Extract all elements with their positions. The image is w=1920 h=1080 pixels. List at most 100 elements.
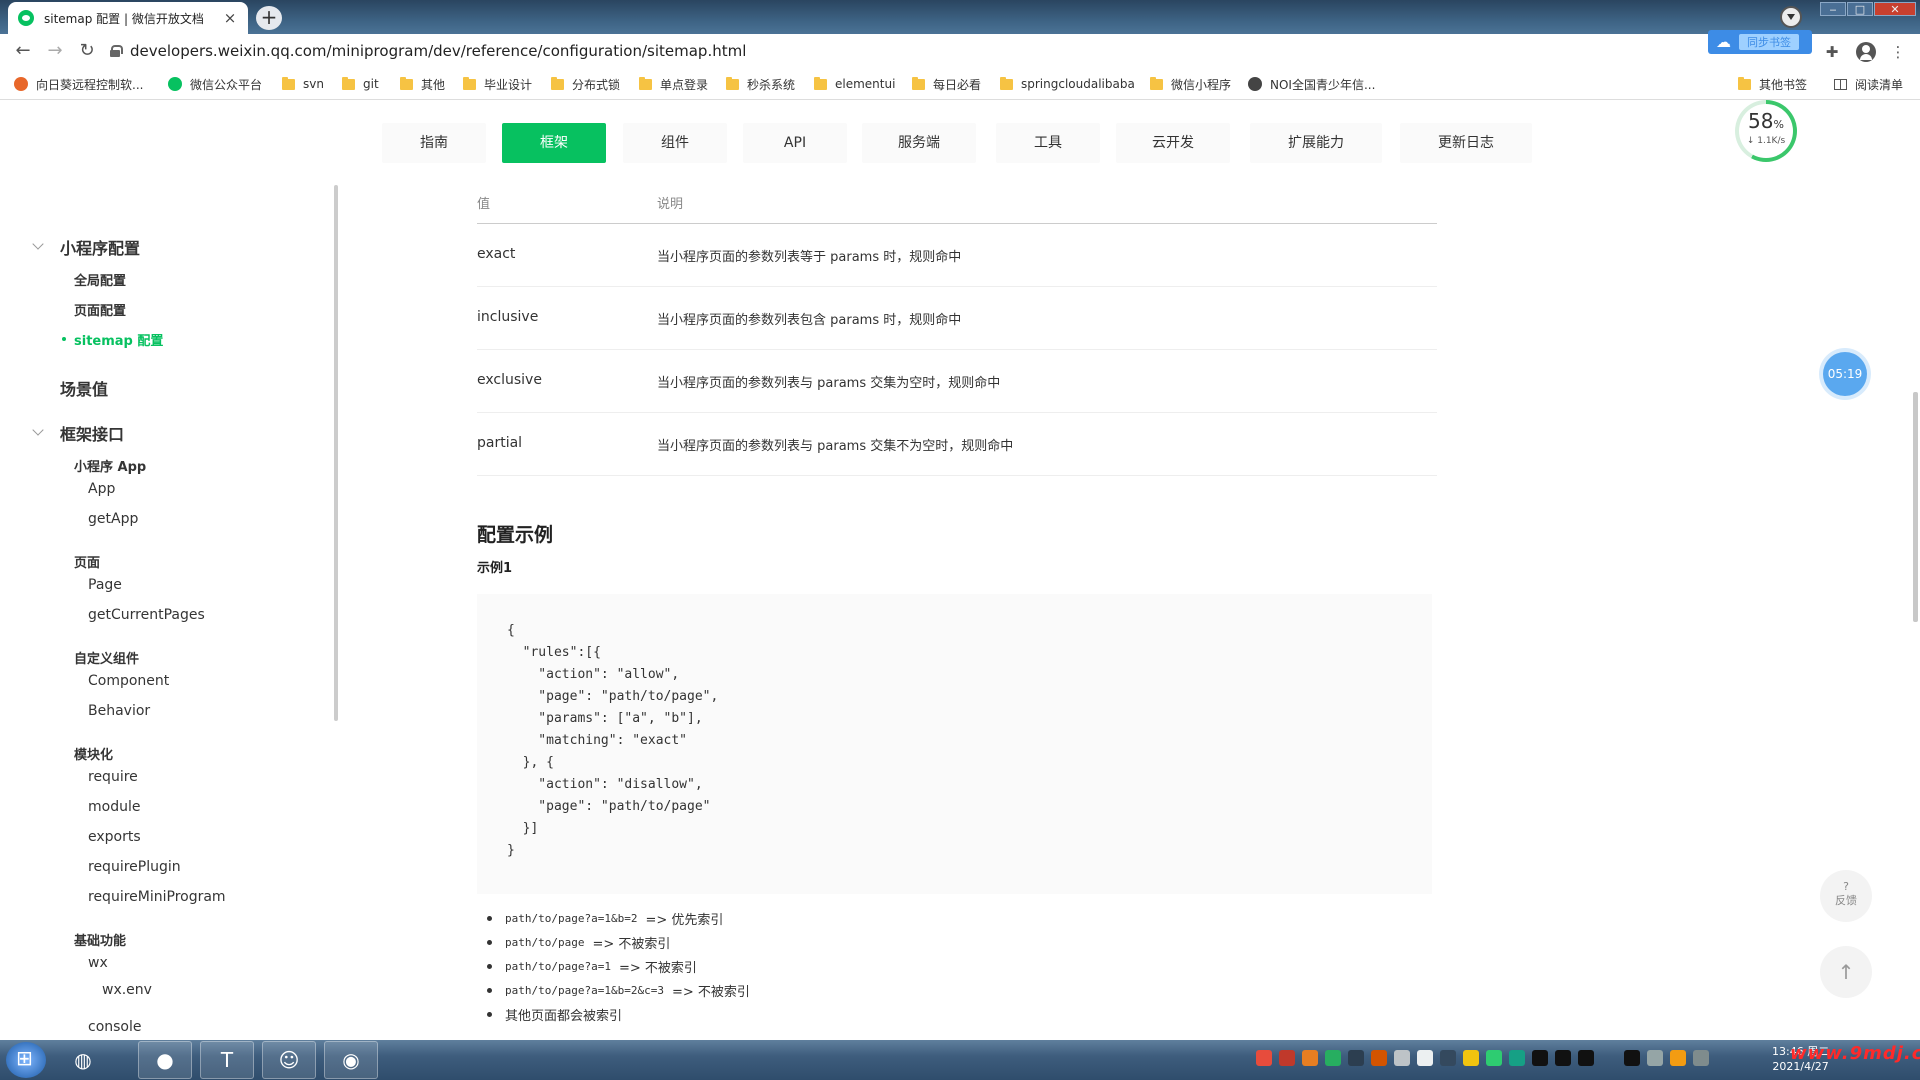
sidebar-item-scene[interactable]: 场景值	[60, 376, 108, 400]
start-button[interactable]	[6, 1042, 46, 1078]
tray-sogou-icon[interactable]	[1256, 1050, 1272, 1066]
bookmark-elementui[interactable]: elementui	[814, 76, 895, 92]
taskbar-app-typora[interactable]: T	[200, 1041, 254, 1079]
bookmark-git[interactable]: git	[342, 76, 379, 92]
sidebar-item-requireplugin[interactable]: requirePlugin	[88, 859, 181, 875]
taskbar-app-wechat-devtools[interactable]: ☺	[262, 1041, 316, 1079]
nav-tab-extensions[interactable]: 扩展能力	[1250, 123, 1382, 163]
bookmark-svn[interactable]: svn	[282, 76, 324, 92]
bookmark-daily[interactable]: 每日必看	[912, 76, 981, 92]
sidebar-item-module[interactable]: module	[88, 799, 140, 815]
taskbar-app-edge[interactable]: ●	[138, 1041, 192, 1079]
tab-close-icon[interactable]: ×	[222, 9, 238, 27]
reading-list-button[interactable]: 阅读清单	[1834, 76, 1903, 92]
nav-tab-cloud[interactable]: 云开发	[1116, 123, 1230, 163]
extensions-puzzle-icon[interactable]: ✚	[1822, 42, 1842, 62]
bookmark-sso[interactable]: 单点登录	[639, 76, 708, 92]
bookmark-sunflower[interactable]: 向日葵远程控制软...	[14, 76, 143, 92]
sidebar-item-page-config[interactable]: 页面配置	[74, 300, 126, 319]
sidebar-item-sitemap-config[interactable]: sitemap 配置	[74, 330, 163, 349]
chevron-down-icon[interactable]	[32, 424, 44, 436]
nav-tab-api[interactable]: API	[743, 123, 847, 163]
tray-app-icon[interactable]	[1394, 1050, 1410, 1066]
sidebar-group-app[interactable]: 小程序 App	[74, 456, 146, 475]
bookmark-seckill[interactable]: 秒杀系统	[726, 76, 795, 92]
sidebar-item-page[interactable]: Page	[88, 577, 122, 593]
sidebar-item-app[interactable]: App	[88, 481, 115, 497]
back-to-top-button[interactable]: ↑	[1820, 946, 1872, 998]
network-speed-widget[interactable]: 58% ↓ 1.1K/s	[1735, 100, 1797, 162]
tray-app-icon[interactable]	[1279, 1050, 1295, 1066]
address-bar[interactable]: developers.weixin.qq.com/miniprogram/dev…	[110, 38, 1700, 64]
sidebar-group-custom-component[interactable]: 自定义组件	[74, 648, 139, 667]
bookmark-springcloudalibaba[interactable]: springcloudalibaba	[1000, 76, 1135, 92]
tray-qq-icon[interactable]	[1532, 1050, 1548, 1066]
sidebar-group-module[interactable]: 模块化	[74, 744, 113, 763]
sidebar-item-getapp[interactable]: getApp	[88, 511, 138, 527]
tray-app-icon[interactable]	[1509, 1050, 1525, 1066]
taskbar-app-chrome[interactable]: ◉	[324, 1041, 378, 1079]
bookmark-wechat-miniprogram[interactable]: 微信小程序	[1150, 76, 1231, 92]
sidebar-group-basic[interactable]: 基础功能	[74, 930, 126, 949]
window-minimize-button[interactable]: ‒	[1820, 2, 1846, 16]
sidebar-item-framework-api[interactable]: 框架接口	[60, 421, 124, 445]
tray-app-icon[interactable]	[1371, 1050, 1387, 1066]
feedback-button[interactable]: ? 反馈	[1820, 870, 1872, 922]
nav-tab-tools[interactable]: 工具	[996, 123, 1100, 163]
url-text[interactable]: developers.weixin.qq.com/miniprogram/dev…	[130, 42, 746, 60]
bookmark-other-bookmarks[interactable]: 其他书签	[1738, 76, 1807, 92]
sidebar-item-console[interactable]: console	[88, 1019, 142, 1035]
bookmark-noi[interactable]: NOI全国青少年信...	[1248, 76, 1375, 92]
new-tab-button[interactable]: +	[256, 6, 282, 30]
sidebar-item-require[interactable]: require	[88, 769, 138, 785]
tray-app-icon[interactable]	[1302, 1050, 1318, 1066]
bookmark-graduation[interactable]: 毕业设计	[463, 76, 532, 92]
window-close-button[interactable]: ✕	[1874, 2, 1916, 16]
sidebar-item-getcurrentpages[interactable]: getCurrentPages	[88, 607, 205, 623]
sidebar-item-behavior[interactable]: Behavior	[88, 703, 150, 719]
sidebar-item-component[interactable]: Component	[88, 673, 169, 689]
bookmark-other[interactable]: 其他	[400, 76, 445, 92]
forward-arrow-icon[interactable]: →	[42, 38, 68, 64]
back-arrow-icon[interactable]: ←	[10, 38, 36, 64]
sidebar-scrollbar[interactable]	[334, 185, 338, 721]
network-icon[interactable]	[1693, 1050, 1709, 1066]
nav-tab-changelog[interactable]: 更新日志	[1400, 123, 1532, 163]
taskbar-app-explorer[interactable]: ◍	[56, 1041, 110, 1079]
tray-shield-icon[interactable]	[1325, 1050, 1341, 1066]
tray-app-icon[interactable]	[1463, 1050, 1479, 1066]
reload-icon[interactable]: ↻	[74, 38, 100, 64]
sync-extension-button[interactable]: ☁ 同步书签	[1708, 30, 1812, 54]
lock-icon[interactable]	[110, 45, 123, 57]
sidebar-item-exports[interactable]: exports	[88, 829, 141, 845]
tray-qq-icon[interactable]	[1578, 1050, 1594, 1066]
tray-qq-icon[interactable]	[1555, 1050, 1571, 1066]
sidebar-item-wx[interactable]: wx	[88, 955, 108, 971]
tray-nvidia-icon[interactable]	[1348, 1050, 1364, 1066]
sidebar-item-wx-env[interactable]: wx.env	[102, 982, 152, 998]
chevron-down-icon[interactable]	[32, 238, 44, 250]
nav-tab-server[interactable]: 服务端	[862, 123, 976, 163]
tray-app-icon[interactable]	[1670, 1050, 1686, 1066]
page-scrollbar[interactable]	[1913, 392, 1918, 622]
tray-qq-icon[interactable]	[1624, 1050, 1640, 1066]
tray-wechat-icon[interactable]	[1486, 1050, 1502, 1066]
sidebar-item-requireminiprogram[interactable]: requireMiniProgram	[88, 889, 226, 905]
nav-tab-guide[interactable]: 指南	[382, 123, 486, 163]
browser-tab[interactable]: sitemap 配置 | 微信开放文档 ×	[8, 2, 248, 34]
recording-timer[interactable]: 05:19	[1823, 352, 1867, 396]
tray-app-icon[interactable]	[1417, 1050, 1433, 1066]
sidebar-group-page[interactable]: 页面	[74, 552, 100, 571]
sidebar-item-global-config[interactable]: 全局配置	[74, 270, 126, 289]
bookmark-wechat-mp[interactable]: 微信公众平台	[168, 76, 262, 92]
profile-avatar[interactable]	[1856, 42, 1876, 62]
bookmark-distributed-lock[interactable]: 分布式锁	[551, 76, 620, 92]
volume-icon[interactable]	[1647, 1050, 1663, 1066]
tray-app-icon[interactable]	[1440, 1050, 1456, 1066]
window-maximize-button[interactable]: □	[1847, 2, 1873, 16]
nav-tab-framework[interactable]: 框架	[502, 123, 606, 163]
nav-tab-components[interactable]: 组件	[623, 123, 727, 163]
tab-search-icon[interactable]	[1780, 6, 1802, 28]
sidebar-item-mp-config[interactable]: 小程序配置	[60, 235, 140, 259]
browser-menu-icon[interactable]: ⋮	[1888, 42, 1908, 62]
